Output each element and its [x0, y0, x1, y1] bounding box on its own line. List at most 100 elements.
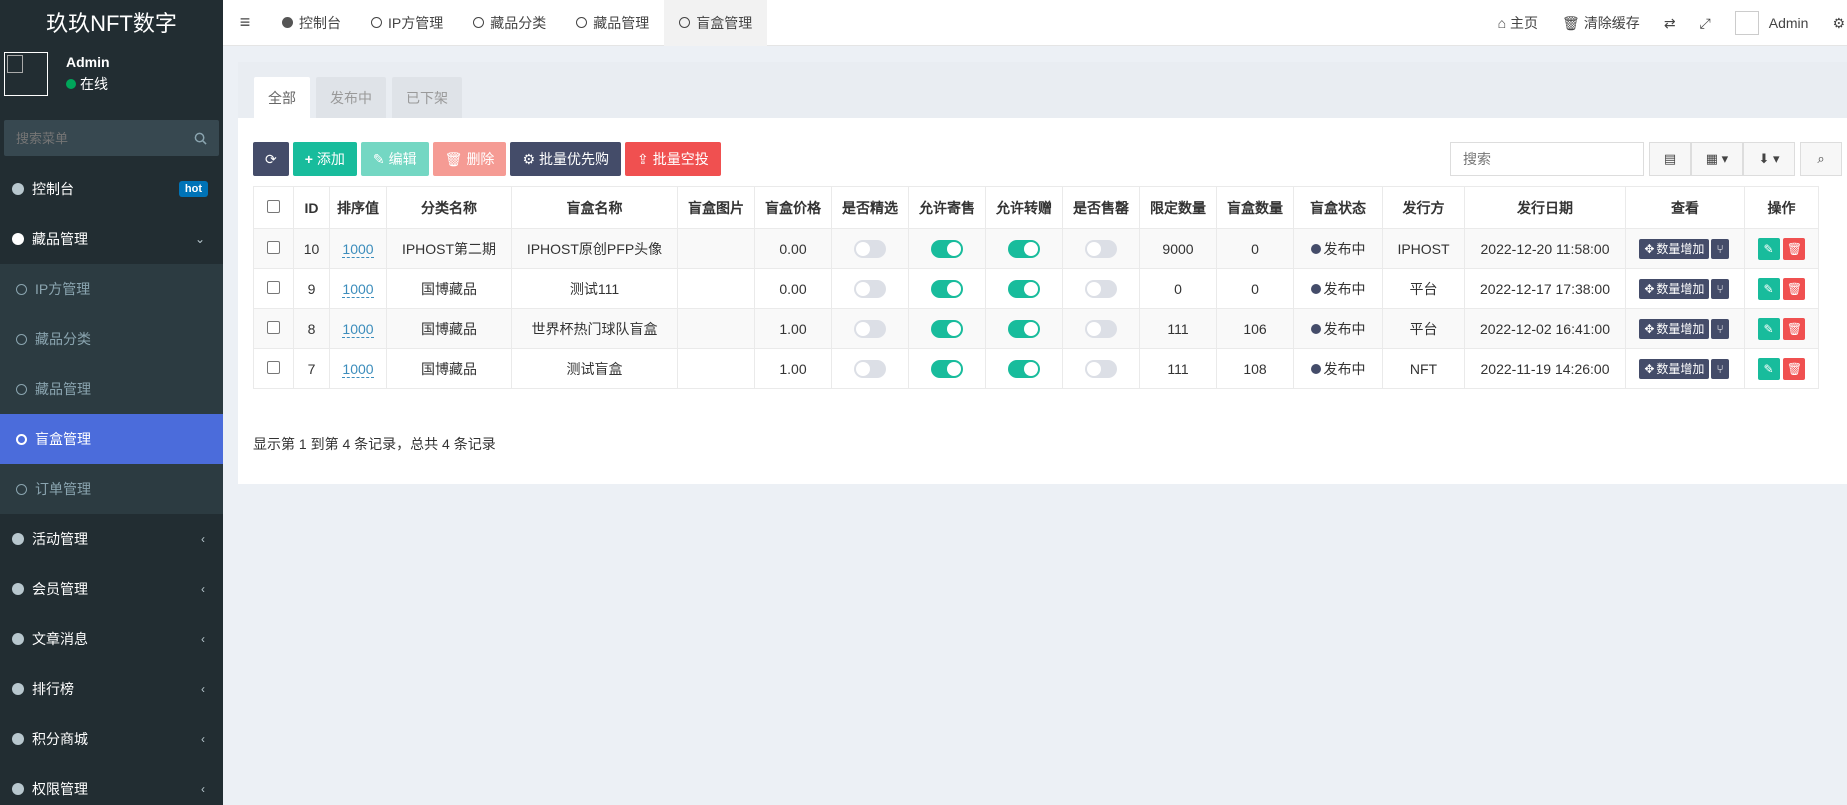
edit-button[interactable]: ✎ 编辑: [360, 142, 429, 176]
sidebar-item-ranking[interactable]: 排行榜 ‹: [0, 664, 223, 714]
soldout-toggle[interactable]: [1085, 239, 1117, 258]
featured-toggle[interactable]: [854, 359, 886, 378]
tab-all[interactable]: 全部: [254, 77, 310, 118]
tab-collection[interactable]: 藏品管理: [561, 0, 664, 46]
row-delete-button[interactable]: 🗑: [1783, 357, 1806, 380]
featured-toggle[interactable]: [854, 319, 886, 338]
row-checkbox[interactable]: [267, 240, 280, 254]
col-issuer[interactable]: 发行方: [1382, 186, 1465, 229]
consign-toggle[interactable]: [931, 359, 963, 378]
fullscreen-icon[interactable]: ⤢: [1688, 15, 1723, 32]
increase-count-button[interactable]: ✥ 数量增加: [1639, 318, 1710, 339]
tab-category[interactable]: 藏品分类: [458, 0, 561, 46]
user-menu[interactable]: Admin: [1723, 11, 1821, 35]
transfer-toggle[interactable]: [1008, 319, 1040, 338]
sidebar-item-dashboard[interactable]: 控制台 hot: [0, 164, 223, 214]
row-delete-button[interactable]: 🗑: [1783, 237, 1806, 260]
col-name[interactable]: 盲盒名称: [511, 186, 678, 229]
col-id[interactable]: ID: [293, 186, 330, 229]
sidebar-item-collection[interactable]: 藏品管理: [0, 364, 223, 414]
consign-toggle[interactable]: [931, 319, 963, 338]
clear-cache-button[interactable]: 🗑 清除缓存: [1550, 13, 1652, 33]
menu-search-input[interactable]: [16, 130, 176, 146]
featured-toggle[interactable]: [854, 239, 886, 258]
col-count[interactable]: 盲盒数量: [1216, 186, 1294, 229]
soldout-toggle[interactable]: [1085, 359, 1117, 378]
batch-airdrop-button[interactable]: ⇪ 批量空投: [625, 142, 721, 176]
col-sort[interactable]: 排序值: [329, 186, 387, 229]
col-featured[interactable]: 是否精选: [831, 186, 909, 229]
gear-icon[interactable]: ⚙: [1820, 15, 1847, 32]
more-view-button[interactable]: ⑂: [1711, 358, 1729, 379]
export-button[interactable]: ⬇ ▾: [1743, 142, 1795, 176]
menu-toggle-icon[interactable]: ≡: [223, 12, 267, 33]
sidebar-item-articles[interactable]: 文章消息 ‹: [0, 614, 223, 664]
increase-count-button[interactable]: ✥ 数量增加: [1639, 358, 1710, 379]
col-soldout[interactable]: 是否售罄: [1062, 186, 1140, 229]
row-edit-button[interactable]: ✎: [1757, 277, 1780, 300]
col-status[interactable]: 盲盒状态: [1293, 186, 1383, 229]
col-category[interactable]: 分类名称: [386, 186, 512, 229]
col-date[interactable]: 发行日期: [1464, 186, 1626, 229]
more-view-button[interactable]: ⑂: [1711, 238, 1729, 259]
tab-ip[interactable]: IP方管理: [356, 0, 458, 46]
delete-button[interactable]: 🗑 删除: [432, 142, 507, 176]
table-search-input[interactable]: [1450, 142, 1644, 176]
tab-blindbox[interactable]: 盲盒管理: [664, 0, 768, 46]
sidebar-item-label: 会员管理: [32, 581, 88, 597]
sidebar-item-collections[interactable]: 藏品管理 ⌄: [0, 214, 223, 264]
featured-toggle[interactable]: [854, 279, 886, 298]
row-checkbox[interactable]: [267, 280, 280, 294]
consign-toggle[interactable]: [931, 279, 963, 298]
sidebar-item-permissions[interactable]: 权限管理 ‹: [0, 764, 223, 805]
row-edit-button[interactable]: ✎: [1757, 317, 1780, 340]
sidebar-item-blindbox[interactable]: 盲盒管理: [0, 414, 223, 464]
sort-value-editable[interactable]: 1000: [342, 240, 374, 258]
sort-value-editable[interactable]: 1000: [342, 320, 374, 338]
col-consign[interactable]: 允许寄售: [908, 186, 986, 229]
user-status: 在线: [66, 74, 110, 94]
sidebar-item-category[interactable]: 藏品分类: [0, 314, 223, 364]
tab-offline[interactable]: 已下架: [392, 77, 462, 118]
toggle-view-button[interactable]: ▤: [1649, 142, 1691, 176]
soldout-toggle[interactable]: [1085, 279, 1117, 298]
increase-count-button[interactable]: ✥ 数量增加: [1639, 238, 1710, 259]
more-view-button[interactable]: ⑂: [1711, 318, 1729, 339]
tab-dashboard[interactable]: 控制台: [267, 0, 356, 46]
transfer-toggle[interactable]: [1008, 239, 1040, 258]
translate-icon[interactable]: ⇄: [1652, 15, 1688, 32]
consign-toggle[interactable]: [931, 239, 963, 258]
sidebar-item-ip[interactable]: IP方管理: [0, 264, 223, 314]
sidebar-item-points-mall[interactable]: 积分商城 ‹: [0, 714, 223, 764]
add-button[interactable]: + 添加: [292, 142, 357, 176]
increase-count-button[interactable]: ✥ 数量增加: [1639, 278, 1710, 299]
select-all-checkbox[interactable]: [267, 199, 280, 213]
sidebar-item-members[interactable]: 会员管理 ‹: [0, 564, 223, 614]
transfer-toggle[interactable]: [1008, 279, 1040, 298]
search-icon[interactable]: [194, 132, 207, 145]
more-view-button[interactable]: ⑂: [1711, 278, 1729, 299]
row-edit-button[interactable]: ✎: [1757, 237, 1780, 260]
row-checkbox[interactable]: [267, 320, 280, 334]
refresh-button[interactable]: ⟳: [253, 142, 289, 176]
row-delete-button[interactable]: 🗑: [1783, 317, 1806, 340]
row-edit-button[interactable]: ✎: [1757, 357, 1780, 380]
columns-button[interactable]: ▦ ▾: [1691, 142, 1743, 176]
batch-priority-button[interactable]: ⚙ 批量优先购: [510, 142, 621, 176]
sidebar-item-orders[interactable]: 订单管理: [0, 464, 223, 514]
tab-published[interactable]: 发布中: [316, 77, 386, 118]
row-delete-button[interactable]: 🗑: [1783, 277, 1806, 300]
sidebar-item-activity[interactable]: 活动管理 ‹: [0, 514, 223, 564]
row-checkbox[interactable]: [267, 360, 280, 374]
app-logo[interactable]: 玖玖NFT数字: [0, 0, 223, 44]
col-price[interactable]: 盲盒价格: [754, 186, 832, 229]
col-limit[interactable]: 限定数量: [1139, 186, 1217, 229]
advanced-search-button[interactable]: ⌕: [1800, 142, 1842, 176]
col-transfer[interactable]: 允许转赠: [985, 186, 1063, 229]
soldout-toggle[interactable]: [1085, 319, 1117, 338]
home-link[interactable]: ⌂ 主页: [1486, 13, 1550, 33]
transfer-toggle[interactable]: [1008, 359, 1040, 378]
sort-value-editable[interactable]: 1000: [342, 360, 374, 378]
col-image[interactable]: 盲盒图片: [677, 186, 755, 229]
sort-value-editable[interactable]: 1000: [342, 280, 374, 298]
